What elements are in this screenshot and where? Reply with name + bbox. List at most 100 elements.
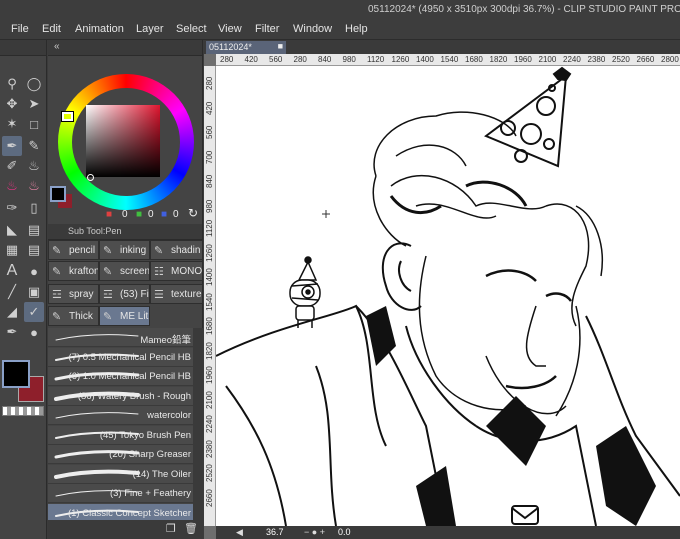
selection-icon[interactable]: □ [24,114,44,134]
ruler-tick: 980 [205,199,214,213]
menu-help[interactable]: Help [345,23,368,35]
saturation-value-square[interactable] [86,105,160,177]
tab-53[interactable]: ☲ (53) Fi [99,284,150,304]
tab-shading[interactable]: ✎ shadin [150,240,203,260]
ruler-tick: 1260 [391,55,410,64]
magic-wand-icon[interactable]: ✶ [2,114,22,134]
tab-screen[interactable]: ✎ screen [99,261,150,281]
blend-icon[interactable]: ♨ [24,176,44,196]
ruler-tick: 2800 [661,55,679,64]
ruler-tick: 280 [205,76,214,90]
ruler-tick: 1540 [205,292,214,311]
move-icon[interactable]: ✥ [2,94,22,114]
frame-icon[interactable]: ▦ [2,240,22,260]
ruler-tick: 700 [205,150,214,164]
menu-layer[interactable]: Layer [136,23,164,35]
drawing-canvas[interactable] [216,66,680,526]
brush-item[interactable]: (14) The Oiler [48,464,193,484]
ruler-tick: 2380 [587,55,606,64]
hue-selector[interactable] [61,111,74,122]
brush-item[interactable]: (6) 1.0 Mechanical Pencil HB [48,367,193,386]
lasso-icon[interactable]: ◯ [24,74,44,94]
pen-icon[interactable]: ✒ [2,136,22,156]
brush-label: (1) Classic Concept Sketcher [67,507,191,519]
transparent-color-swatch[interactable] [2,406,44,416]
ruler-icon[interactable]: ▤ [24,240,44,260]
trash-icon[interactable]: 🗑 [184,522,198,535]
g-label: ■ [136,209,143,220]
copy-icon[interactable]: ❐ [166,522,176,535]
tab-thick[interactable]: ✎ Thick [48,306,99,326]
correct-line-icon[interactable]: ✓ [24,302,44,322]
ruler-tick: 1120 [205,219,214,237]
brush-label: (14) The Oiler [132,468,191,480]
panel-main-color[interactable] [50,186,66,202]
canvas-tab[interactable]: 05112024* ■ [206,41,286,54]
tab-spray[interactable]: ☲ spray [48,284,99,304]
gradient-icon[interactable]: ▤ [24,220,44,240]
brush-label: watercolor [147,410,191,421]
menu-select[interactable]: Select [176,23,207,35]
tab-me-lit[interactable]: ✎ ME Lit [99,306,150,326]
decoration-icon[interactable]: ♨ [2,176,22,196]
brush-label: Mameo鉛筆 [140,335,191,346]
tab-krafton[interactable]: ✎ krafton [48,261,99,281]
brush-item[interactable]: (7) 0.5 Mechanical Pencil HB [48,347,193,367]
menu-filter[interactable]: Filter [255,23,279,35]
brush-list-scrollbar[interactable] [193,328,203,524]
ruler-tick: 1960 [205,366,214,384]
ruler-tick: 1400 [416,55,434,64]
window-title: 05112024* (4950 x 3510px 300dpi 36.7%) -… [368,4,680,15]
menu-edit[interactable]: Edit [42,23,61,35]
brush-stroke-preview [55,334,139,341]
brush-item[interactable]: (20) Sharp Greaser [48,445,193,464]
zoom-stepper-icon[interactable]: − ● + [304,527,325,537]
figure-icon[interactable]: ▣ [24,282,44,302]
eyedropper-icon[interactable]: ✑ [2,198,22,218]
collapse-icon[interactable]: « [54,41,60,52]
tab-inking[interactable]: ✎ inking [99,240,150,260]
ruler-tick: 2380 [205,439,214,458]
menu-view[interactable]: View [218,23,242,35]
mummy-mascot [289,256,321,328]
eraser-icon[interactable]: ▯ [24,198,44,218]
history-icon[interactable]: ↻ [188,206,198,220]
fill-icon[interactable]: ◣ [2,220,22,240]
g-value[interactable]: 0 [148,209,154,220]
brush-item[interactable]: (45) Tokyo Brush Pen [48,425,193,445]
menu-window[interactable]: Window [293,23,332,35]
ruler-tick: 2100 [538,55,557,64]
r-value[interactable]: 0 [122,209,128,220]
tab-mono[interactable]: ☷ MONO [150,261,203,281]
pencil-icon[interactable]: ✎ [24,136,44,156]
brush-item[interactable]: (86) Watery Brush - Rough [48,386,193,406]
zoom-value[interactable]: 36.7 [266,527,284,537]
brush-item[interactable]: watercolor [48,406,193,425]
zoom-icon[interactable]: ⚲ [2,74,22,94]
color-panel-header: « [48,40,202,56]
menu-file[interactable]: File [11,23,29,35]
brush-icon[interactable]: ✐ [2,156,22,176]
close-icon[interactable]: ■ [278,41,283,51]
ruler-tick: 1680 [205,317,214,335]
pen-nib-icon[interactable]: ✒ [2,322,22,342]
airbrush-icon[interactable]: ♨ [24,156,44,176]
menu-animation[interactable]: Animation [75,23,124,35]
main-color-swatch[interactable] [2,360,30,388]
text-icon[interactable]: A [2,261,22,281]
balloon-icon[interactable]: ● [24,261,44,281]
brush-item[interactable]: (3) Fine + Feathery [48,484,193,503]
tab-texture[interactable]: ☰ texture [150,284,203,304]
dropper-icon[interactable]: ● [24,322,44,342]
brush-item[interactable]: Mameo鉛筆 [48,328,193,347]
b-value[interactable]: 0 [173,209,179,220]
tab-pencil[interactable]: ✎ pencil [48,240,99,260]
color-picker-cursor[interactable] [87,174,94,181]
operation-icon[interactable]: ➤ [24,94,44,114]
angle-value[interactable]: 0.0 [338,527,351,537]
line-icon[interactable]: ╱ [2,282,22,302]
zoom-out-icon[interactable]: ◀ [236,527,243,538]
ruler-tick: 1540 [440,55,459,64]
correction-icon[interactable]: ◢ [2,302,22,322]
title-bar: 05112024* (4950 x 3510px 300dpi 36.7%) -… [0,0,680,20]
